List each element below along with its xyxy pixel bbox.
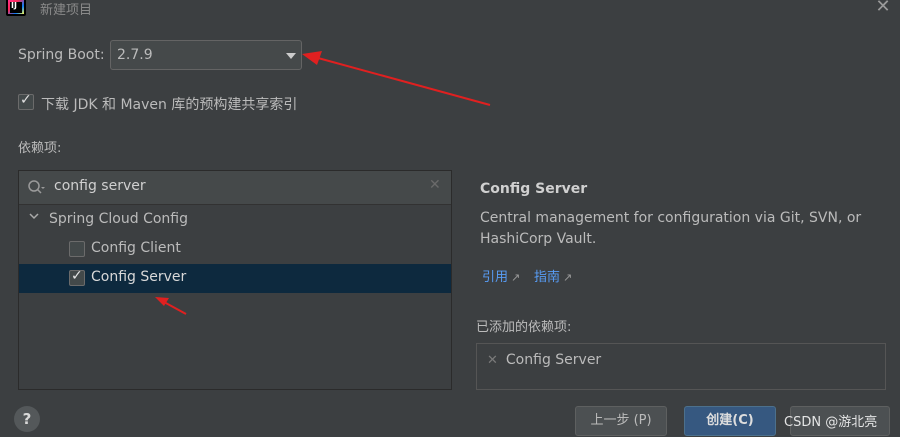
dependencies-label: 依赖项: — [18, 141, 62, 156]
check-icon: ✓ — [71, 268, 83, 284]
search-value: config server — [54, 178, 146, 194]
reference-link[interactable]: 引用 ↗ — [482, 266, 520, 285]
external-link-icon: ↗ — [563, 271, 573, 284]
chevron-down-icon[interactable] — [29, 211, 39, 221]
tree-item-label: Config Server — [91, 269, 187, 285]
added-dependency-label: Config Server — [505, 352, 602, 368]
title-bar: IJ 新建项目 ✕ — [0, 0, 900, 18]
help-button[interactable]: ? — [14, 406, 40, 432]
added-dependency-chip: ✕ Config Server — [487, 352, 601, 368]
tree-item-config-server[interactable]: ✓ Config Server — [19, 264, 451, 293]
reference-link-label[interactable]: 引用 — [482, 270, 508, 285]
tree-item-label: Config Client — [91, 240, 181, 256]
added-dependencies-label: 已添加的依赖项: — [476, 320, 572, 335]
tree-group-spring-cloud-config[interactable]: Spring Cloud Config — [19, 207, 451, 233]
check-icon: ✓ — [20, 92, 32, 108]
tree-item-config-client[interactable]: Config Client — [19, 235, 451, 264]
dependency-search-input[interactable]: config server ✕ — [19, 171, 451, 205]
external-link-icon: ↗ — [511, 271, 521, 284]
annotation-arrow-version — [302, 51, 491, 106]
tree-group-label: Spring Cloud Config — [49, 211, 188, 227]
guide-link[interactable]: 指南 ↗ — [534, 266, 572, 285]
clear-search-icon[interactable]: ✕ — [429, 177, 441, 193]
spring-boot-label: Spring Boot: — [18, 47, 105, 63]
config-client-checkbox[interactable] — [69, 241, 85, 257]
added-dependencies-list: ✕ Config Server — [476, 343, 886, 390]
search-icon[interactable] — [27, 179, 45, 197]
window-title: 新建项目 — [40, 3, 93, 18]
create-button[interactable]: 创建(C) — [684, 406, 776, 436]
previous-button[interactable]: 上一步 (P) — [575, 406, 667, 436]
dependencies-tree-panel: config server ✕ Spring Cloud Config Conf… — [18, 170, 452, 390]
spring-boot-version-select[interactable]: 2.7.9 — [110, 40, 302, 70]
dependency-detail-title: Config Server — [480, 181, 588, 197]
close-icon[interactable]: ✕ — [872, 0, 894, 18]
spring-boot-version-value: 2.7.9 — [117, 47, 153, 63]
dropdown-arrow-icon[interactable] — [286, 53, 296, 59]
download-index-checkbox[interactable]: ✓ — [18, 92, 34, 110]
dependency-description: Central management for configuration via… — [480, 210, 862, 247]
watermark: CSDN @游北亮 — [784, 415, 878, 430]
guide-link-label[interactable]: 指南 — [534, 270, 560, 285]
config-server-checkbox[interactable]: ✓ — [69, 268, 85, 286]
remove-icon[interactable]: ✕ — [487, 353, 498, 368]
download-index-label[interactable]: 下载 JDK 和 Maven 库的预构建共享索引 — [41, 94, 297, 114]
intellij-logo-icon: IJ — [6, 0, 26, 16]
